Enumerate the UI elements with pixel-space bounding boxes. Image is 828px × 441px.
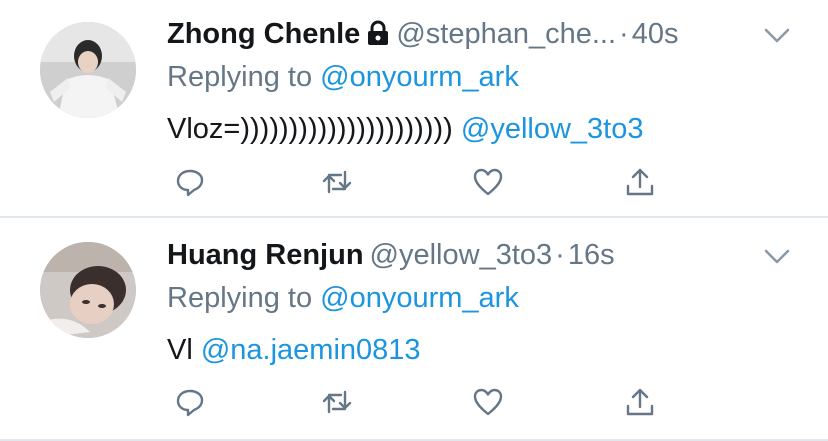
replying-to: Replying to @onyourm_ark [167, 281, 519, 315]
like-icon[interactable] [470, 384, 506, 420]
display-name[interactable]: Huang Renjun [167, 239, 364, 271]
timestamp[interactable]: 16s [568, 239, 615, 271]
share-icon[interactable] [622, 164, 658, 200]
avatar-photo [40, 22, 136, 118]
tweet-text-content: Vl [167, 334, 193, 366]
replying-prefix: Replying to [167, 282, 313, 314]
mention-link[interactable]: @yellow_3to3 [461, 113, 644, 145]
reply-icon[interactable] [172, 384, 208, 420]
replying-prefix: Replying to [167, 61, 313, 93]
share-icon[interactable] [622, 384, 658, 420]
display-name[interactable]: Zhong Chenle [167, 18, 360, 50]
chevron-down-icon[interactable] [764, 249, 790, 265]
tweet-header: Huang Renjun @yellow_3to3 · 16s [167, 238, 615, 272]
lock-icon [366, 20, 390, 54]
tweet[interactable]: Zhong Chenle @stephan_che... · 40s Replying… [0, 0, 828, 218]
avatar[interactable] [40, 22, 136, 118]
like-icon[interactable] [470, 164, 506, 200]
timestamp[interactable]: 40s [632, 18, 679, 50]
tweet-text: Vl @na.jaemin0813 [167, 333, 421, 367]
tweet-actions [0, 384, 828, 420]
tweet-actions [0, 164, 828, 200]
tweet-text: Vloz=)))))))))))))))))))))) @yellow_3to3 [167, 112, 643, 146]
user-handle[interactable]: @stephan_che... [396, 18, 616, 50]
tweet-text-content: Vloz=)))))))))))))))))))))) [167, 113, 453, 145]
mention-link[interactable]: @na.jaemin0813 [201, 334, 421, 366]
chevron-down-icon[interactable] [764, 28, 790, 44]
replying-handle[interactable]: @onyourm_ark [320, 61, 519, 93]
replying-to: Replying to @onyourm_ark [167, 60, 519, 94]
replying-handle[interactable]: @onyourm_ark [320, 282, 519, 314]
user-handle[interactable]: @yellow_3to3 [370, 239, 553, 271]
retweet-icon[interactable] [319, 384, 355, 420]
avatar-photo [40, 242, 136, 338]
avatar[interactable] [40, 242, 136, 338]
tweet[interactable]: Huang Renjun @yellow_3to3 · 16s Replying to… [0, 218, 828, 441]
separator-dot: · [619, 18, 629, 50]
reply-icon[interactable] [172, 164, 208, 200]
retweet-icon[interactable] [319, 164, 355, 200]
tweet-header: Zhong Chenle @stephan_che... · 40s [167, 17, 678, 54]
separator-dot: · [555, 239, 565, 271]
